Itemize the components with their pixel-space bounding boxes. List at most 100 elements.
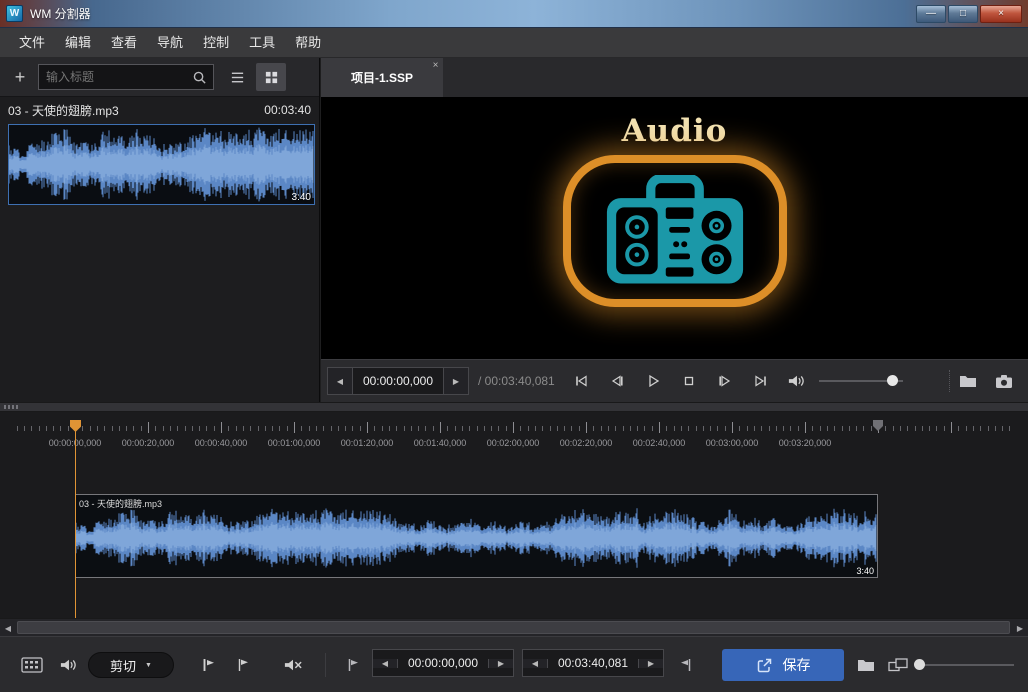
- time-decrement-button[interactable]: ◀: [328, 368, 353, 394]
- ruler-tick: [776, 426, 777, 431]
- zoom-fit-button[interactable]: [884, 651, 912, 679]
- ruler-tick: [601, 426, 602, 431]
- menu-view[interactable]: 查看: [101, 28, 147, 58]
- start-time-decrement-button[interactable]: ◀: [373, 659, 398, 668]
- playhead-line: [75, 422, 76, 618]
- ruler-tick: [338, 426, 339, 431]
- scrollbar-thumb[interactable]: [17, 621, 1010, 634]
- save-button[interactable]: 保存: [722, 649, 844, 681]
- end-time-increment-button[interactable]: ▶: [638, 659, 663, 668]
- ruler-tick: [440, 422, 441, 433]
- segments-grid-button[interactable]: [14, 650, 50, 680]
- ruler-label: 00:01:20,000: [331, 438, 403, 448]
- ruler-tick: [447, 426, 448, 431]
- export-arrow-icon: [756, 657, 773, 674]
- ruler-tick: [513, 422, 514, 433]
- ruler-tick: [659, 422, 660, 433]
- ruler-tick: [155, 426, 156, 431]
- ruler-tick: [805, 422, 806, 433]
- browse-folder-button[interactable]: [950, 366, 986, 396]
- ruler-tick: [236, 426, 237, 431]
- output-folder-button[interactable]: [850, 650, 882, 680]
- ruler-tick: [644, 426, 645, 431]
- jump-start-button[interactable]: [563, 366, 599, 396]
- end-time-value[interactable]: 00:03:40,081: [548, 656, 638, 670]
- mute-button[interactable]: [276, 650, 310, 680]
- jump-end-button[interactable]: [743, 366, 779, 396]
- zoom-slider-handle[interactable]: [914, 659, 925, 670]
- tab-project[interactable]: 项目-1.SSP: [321, 58, 443, 97]
- ruler-tick: [586, 422, 587, 433]
- set-start-marker-button[interactable]: [194, 650, 224, 680]
- audio-preview-button[interactable]: [52, 650, 84, 680]
- set-end-marker-button[interactable]: [228, 650, 258, 680]
- menu-edit[interactable]: 编辑: [55, 28, 101, 58]
- menu-help[interactable]: 帮助: [285, 28, 331, 58]
- media-library-panel: + 03 - 天使的翅膀.mp3 00:03:40 3:40: [0, 58, 320, 402]
- go-to-start-marker-button[interactable]: [342, 651, 364, 679]
- ruler-tick: [418, 426, 419, 431]
- scroll-right-button[interactable]: ▶: [1012, 619, 1028, 637]
- ruler-label: 00:01:40,000: [404, 438, 476, 448]
- ruler-tick: [973, 426, 974, 431]
- ruler-label: 00:00:20,000: [112, 438, 184, 448]
- menu-file[interactable]: 文件: [9, 28, 55, 58]
- timeline-audio-clip[interactable]: 03 - 天使的翅膀.mp3 3:40: [75, 494, 878, 578]
- close-button[interactable]: ×: [980, 5, 1022, 23]
- ruler-label: 00:02:40,000: [623, 438, 695, 448]
- thumbnail-duration-badge: 3:40: [292, 192, 311, 203]
- ruler-tick: [608, 426, 609, 431]
- ruler-tick: [951, 422, 952, 433]
- app-icon[interactable]: W: [6, 5, 23, 22]
- step-forward-button[interactable]: [707, 366, 743, 396]
- window-title: WM 分割器: [30, 5, 91, 22]
- ruler-tick: [491, 426, 492, 431]
- clip-name-label: 03 - 天使的翅膀.mp3: [79, 497, 162, 510]
- go-to-end-marker-button[interactable]: [674, 651, 696, 679]
- add-media-button[interactable]: +: [6, 63, 34, 91]
- timeline-ruler[interactable]: 00:00:00,000 00:00:20,000 00:00:40,000 0…: [0, 412, 1028, 458]
- minimize-button[interactable]: —: [916, 5, 946, 23]
- jump-start-icon: [573, 373, 589, 389]
- search-button[interactable]: [186, 65, 213, 89]
- volume-button[interactable]: [779, 366, 815, 396]
- stop-icon: [681, 373, 697, 389]
- media-list-item[interactable]: 03 - 天使的翅膀.mp3 00:03:40: [0, 98, 319, 122]
- current-time-value[interactable]: 00:00:00,000: [353, 368, 443, 394]
- ruler-tick: [995, 426, 996, 431]
- list-view-button[interactable]: [222, 63, 252, 91]
- panel-splitter[interactable]: [0, 402, 1028, 412]
- ruler-tick: [163, 426, 164, 431]
- time-increment-button[interactable]: ▶: [443, 368, 468, 394]
- menu-control[interactable]: 控制: [193, 28, 239, 58]
- play-button[interactable]: [635, 366, 671, 396]
- timeline-zoom-slider[interactable]: [914, 651, 1014, 679]
- volume-slider[interactable]: [817, 366, 905, 396]
- cut-mode-dropdown[interactable]: 剪切 ▼: [88, 652, 174, 678]
- grid-view-button[interactable]: [256, 63, 286, 91]
- search-input[interactable]: [39, 70, 186, 84]
- waveform-svg: [76, 507, 877, 569]
- step-back-button[interactable]: [599, 366, 635, 396]
- maximize-button[interactable]: □: [948, 5, 978, 23]
- clip-duration-badge: 3:40: [856, 566, 874, 576]
- menu-tools[interactable]: 工具: [239, 28, 285, 58]
- ruler-tick: [309, 426, 310, 431]
- ruler-tick: [316, 426, 317, 431]
- ruler-tick: [97, 426, 98, 431]
- bottom-toolbar: 剪切 ▼ ◀ 00:00:00,000 ▶ ◀ 00:03:40,0: [0, 636, 1028, 692]
- media-item-thumbnail[interactable]: 3:40: [8, 124, 315, 205]
- start-time-value[interactable]: 00:00:00,000: [398, 656, 488, 670]
- ruler-tick: [119, 426, 120, 431]
- volume-slider-handle[interactable]: [887, 375, 898, 386]
- start-time-increment-button[interactable]: ▶: [488, 659, 513, 668]
- tab-close-icon[interactable]: ×: [429, 59, 442, 72]
- end-time-decrement-button[interactable]: ◀: [523, 659, 548, 668]
- menu-navigate[interactable]: 导航: [147, 28, 193, 58]
- scroll-left-button[interactable]: ◀: [0, 619, 16, 637]
- media-item-duration: 00:03:40: [264, 103, 311, 117]
- library-toolbar: +: [0, 58, 319, 97]
- snapshot-button[interactable]: [986, 366, 1022, 396]
- stop-button[interactable]: [671, 366, 707, 396]
- ruler-tick: [958, 426, 959, 431]
